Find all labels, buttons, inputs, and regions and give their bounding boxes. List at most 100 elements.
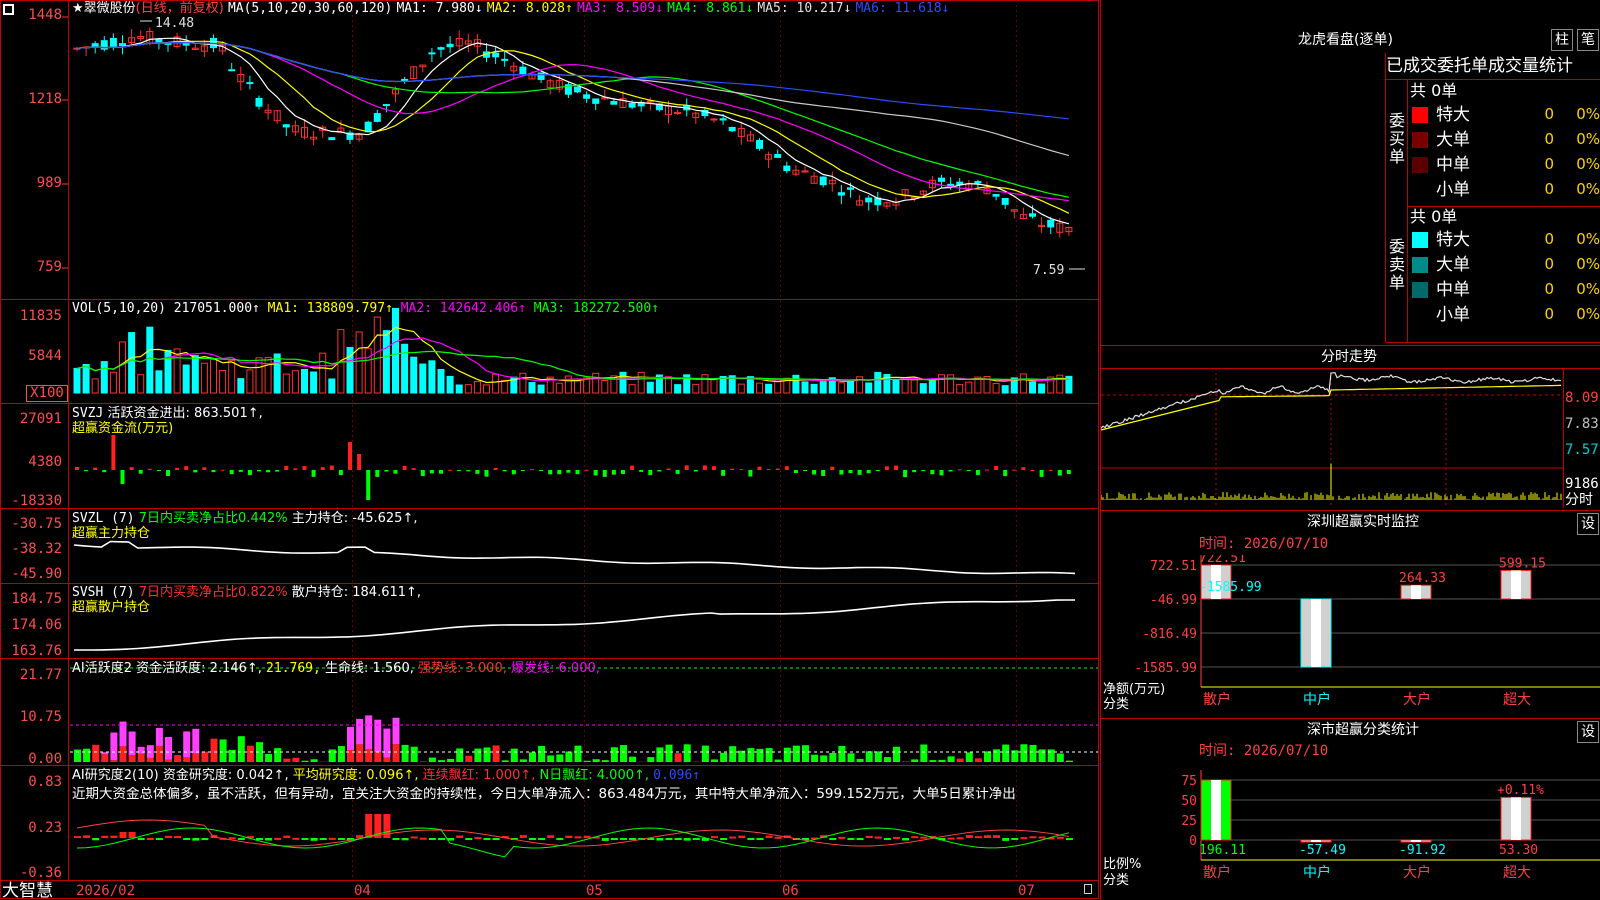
svzj-bar — [484, 470, 489, 477]
volume-bar — [919, 383, 927, 394]
svzj-bar — [921, 470, 926, 471]
intraday-axis-label: 7.83 — [1565, 416, 1599, 432]
ma-line — [76, 41, 1070, 157]
intraday-axis-label: 8.09 — [1565, 390, 1599, 406]
volume-bar — [392, 307, 399, 394]
candle-body — [246, 82, 254, 85]
svzj-bar — [648, 470, 653, 476]
svzj-bar — [675, 470, 680, 474]
ai-research-bar — [519, 835, 527, 838]
volume-bar — [109, 371, 117, 394]
ai-research-bar — [883, 838, 891, 840]
volume-bar — [501, 379, 509, 394]
order-percent: 0% — [1576, 105, 1600, 123]
tick-mode-button[interactable]: 笔 — [1577, 29, 1599, 51]
ai-active-bar — [565, 751, 573, 762]
order-type-label: 大单 — [1436, 255, 1470, 275]
volume-bar — [801, 381, 809, 394]
ai-research-bar — [974, 836, 982, 839]
svzj-bar — [830, 466, 835, 470]
svzl-axis-label: -30.75 — [11, 516, 62, 532]
bar-大户 — [1400, 839, 1432, 843]
intraday-chart[interactable] — [1101, 368, 1600, 508]
left-chart-area[interactable]: 14.48 7.59 — [0, 0, 1100, 900]
volume-bar — [564, 375, 572, 394]
ai-active-bar — [856, 758, 864, 762]
bar-value-label: 722.51 — [1199, 555, 1246, 566]
ai-research-bar — [838, 836, 846, 839]
ai-active-bar — [274, 748, 282, 762]
ai-active-bar — [119, 746, 127, 762]
time-axis-label: 2026/02 — [76, 883, 136, 899]
side-title: 龙虎看盘(逐单) — [1298, 32, 1393, 48]
ai-active-bar — [292, 757, 300, 762]
ai-active-bar — [337, 746, 345, 762]
bar-chart-axis-label: 722.51 — [1150, 559, 1197, 574]
ai-active-bar — [501, 760, 509, 762]
time-axis-label: 05 — [586, 883, 603, 899]
bar-mode-button[interactable]: 柱 — [1551, 29, 1573, 51]
moving-average-lines — [76, 37, 1070, 225]
svzj-bar — [839, 470, 844, 475]
volume-bar — [419, 363, 427, 394]
ai-research-bar — [483, 838, 491, 840]
stats-settings-button[interactable]: 设 — [1577, 721, 1599, 743]
ai-active-bar — [802, 745, 809, 762]
order-type-label: 小单 — [1436, 180, 1470, 200]
volume-bar — [537, 384, 545, 394]
svzj-bar — [475, 470, 480, 474]
ai-active-bar — [847, 753, 855, 762]
svzj-bar — [93, 467, 98, 470]
ai-research-bar — [301, 838, 309, 840]
candle-body — [974, 181, 982, 184]
ai-active-bar — [701, 745, 709, 762]
ai-active-bar — [556, 754, 564, 762]
ai-active-bar — [984, 751, 991, 762]
lock-icon[interactable] — [1084, 884, 1092, 894]
svsh-line — [74, 599, 1075, 651]
svzj-bar — [803, 470, 807, 471]
svsh-axis-label: 174.06 — [11, 617, 62, 633]
svzj-bar — [193, 470, 198, 473]
svzj-bars — [75, 435, 1071, 500]
svzj-bar — [557, 470, 562, 475]
svzj-bar — [329, 465, 334, 470]
ai-active-header: AI活跃度2 资金活跃度: 2.146↑, 21.769, 生命线: 1.560… — [72, 661, 600, 676]
ai-active-bar — [920, 744, 928, 762]
svzj-bar — [684, 465, 689, 470]
stats-bar-chart: 75 50 25 0196.11 散户 -57.49 中户 -91.92 大户 53.30 超大 +0… — [1181, 770, 1600, 881]
ai-research-bar — [438, 838, 445, 840]
stock-name[interactable]: ★翠微股份 — [72, 1, 136, 16]
ai-research-bar — [902, 838, 910, 841]
ai-active-bar — [356, 744, 364, 762]
ai-active-bar — [155, 746, 163, 762]
ai-active-bar — [428, 757, 436, 762]
ai-research-bar — [920, 836, 928, 839]
candle-body — [492, 52, 500, 58]
volume-bar — [874, 371, 882, 394]
volume-bar — [219, 369, 227, 394]
monitor-settings-button[interactable]: 设 — [1577, 513, 1599, 535]
ai-active-bar — [410, 746, 418, 762]
ai-active-bar — [756, 748, 764, 762]
order-color-swatch — [1412, 282, 1428, 298]
ai-research-bar — [893, 836, 900, 839]
ai-research-bar — [119, 832, 127, 838]
ai-active-bar — [183, 757, 191, 762]
ai-active-bar — [447, 758, 455, 762]
ai-active-bar — [974, 758, 982, 762]
svzj-bar — [748, 470, 753, 477]
ai-research-bar — [620, 838, 627, 840]
ai-active-bar — [720, 752, 728, 762]
ma-label: MA(5,10,20,30,60,120) — [227, 1, 393, 16]
ai-active-bar — [137, 753, 145, 762]
ai-active-bar — [492, 745, 500, 762]
ai-active-bar — [874, 751, 882, 762]
intraday-title: 分时走势 — [1321, 349, 1377, 365]
chart-mode[interactable]: (日线，前复权) — [136, 1, 224, 16]
price-axis-label: 759 — [36, 259, 62, 275]
svzj-bar — [693, 470, 698, 472]
ai-research-bar — [738, 835, 746, 838]
candle-body — [282, 124, 290, 128]
ai-research-bar — [1020, 837, 1028, 840]
